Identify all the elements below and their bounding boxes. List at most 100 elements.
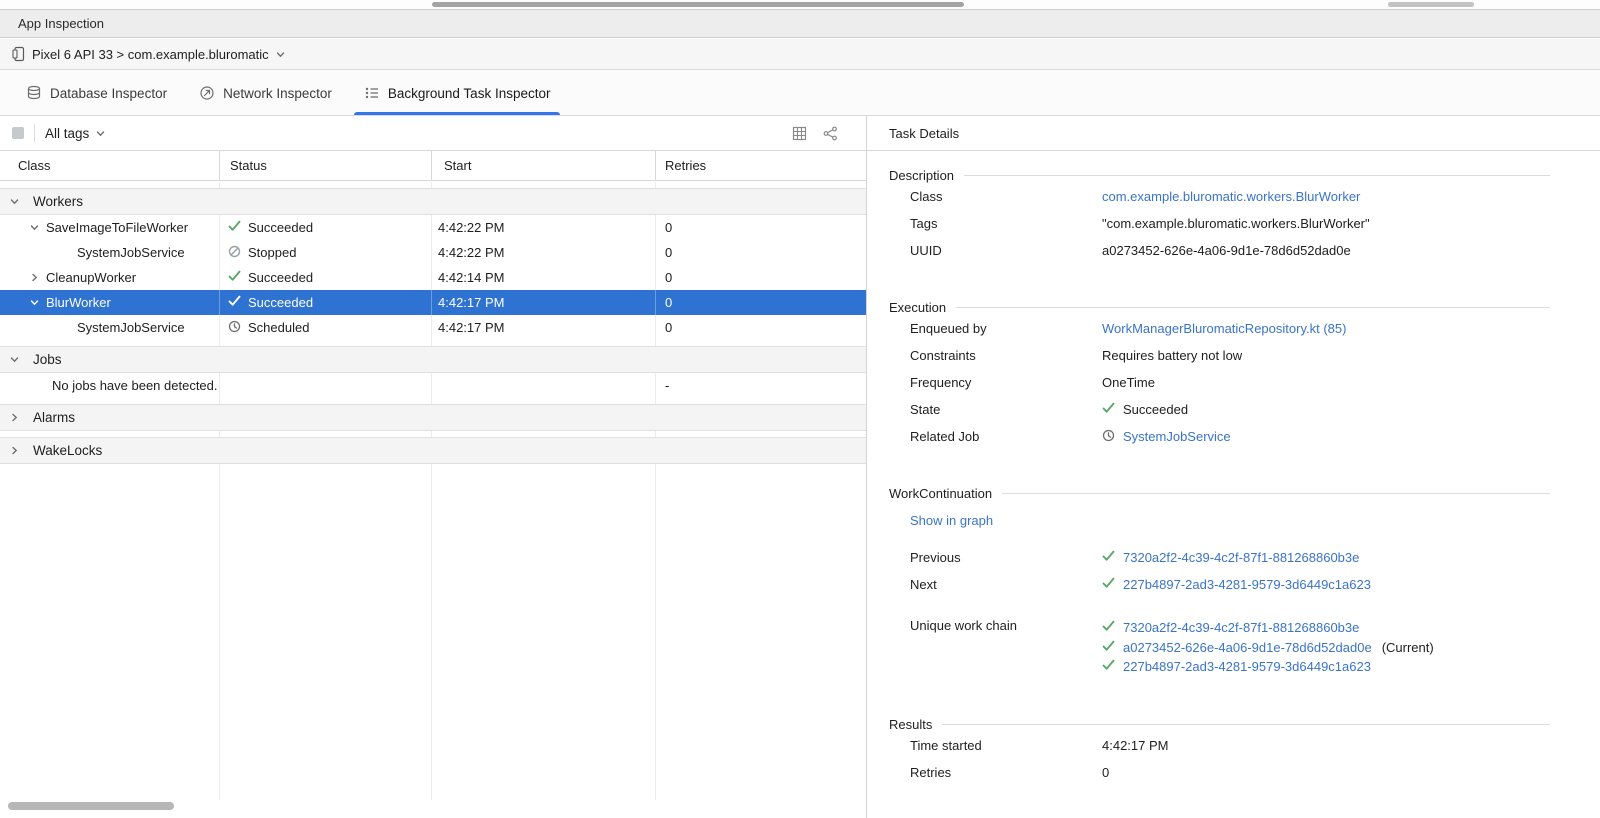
column-header-start[interactable]: Start — [432, 151, 656, 180]
group-label: Jobs — [33, 352, 62, 367]
table-row-blurworker-selected[interactable]: BlurWorker Succeeded 4:42:17 PM 0 — [0, 290, 866, 315]
database-icon — [26, 85, 42, 101]
detail-label: Enqueued by — [910, 321, 1102, 336]
tags-value: "com.example.bluromatic.workers.BlurWork… — [1102, 216, 1370, 231]
row-start: 4:42:22 PM — [432, 240, 656, 265]
row-retries: 0 — [656, 315, 866, 340]
detail-row-retries: Retries 0 — [910, 759, 1550, 786]
row-retries: 0 — [656, 290, 866, 315]
class-link[interactable]: com.example.bluromatic.workers.BlurWorke… — [1102, 189, 1360, 204]
graph-view-icon[interactable] — [823, 126, 838, 141]
group-alarms[interactable]: Alarms — [0, 404, 866, 431]
app-inspection-window: App Inspection Pixel 6 API 33 > com.exam… — [0, 0, 1600, 818]
row-class: BlurWorker — [46, 295, 111, 310]
section-rule — [1002, 493, 1550, 494]
chain-item: 227b4897-2ad3-4281-9579-3d6449c1a623 — [1102, 657, 1434, 677]
chevron-down-icon[interactable] — [29, 222, 40, 233]
succeeded-check-icon — [228, 295, 241, 310]
table-row-no-jobs: No jobs have been detected. - — [0, 373, 866, 398]
detail-label: Unique work chain — [910, 618, 1102, 633]
device-icon — [12, 46, 26, 62]
detail-row-previous: Previous 7320a2f2-4c39-4c2f-87f1-8812688… — [910, 544, 1550, 571]
chain-item-current: a0273452-626e-4a06-9d1e-78d6d52dad0e (Cu… — [1102, 638, 1434, 658]
group-wakelocks[interactable]: WakeLocks — [0, 437, 866, 464]
previous-work-link[interactable]: 7320a2f2-4c39-4c2f-87f1-881268860b3e — [1123, 550, 1359, 565]
table-toolbar: All tags — [0, 116, 866, 151]
table-row-systemjobservice-1[interactable]: SystemJobService Stopped 4:42:22 PM 0 — [0, 240, 866, 265]
succeeded-check-icon — [1102, 550, 1115, 565]
horizontal-scrollbar-thumb[interactable] — [8, 802, 174, 810]
stop-inspection-icon[interactable] — [12, 127, 24, 139]
tab-label: Database Inspector — [50, 86, 167, 101]
next-work-link[interactable]: 227b4897-2ad3-4281-9579-3d6449c1a623 — [1123, 577, 1371, 592]
chevron-down-icon — [9, 354, 20, 365]
row-start: 4:42:17 PM — [432, 315, 656, 340]
detail-label: UUID — [910, 243, 1102, 258]
current-marker: (Current) — [1382, 640, 1434, 655]
table-row-saveimagetofileworker[interactable]: SaveImageToFileWorker Succeeded 4:42:22 … — [0, 215, 866, 240]
table-column-header: Class Status Start Retries — [0, 151, 866, 181]
detail-label: Retries — [910, 765, 1102, 780]
table-row-cleanupworker[interactable]: CleanupWorker Succeeded 4:42:14 PM 0 — [0, 265, 866, 290]
tab-network-inspector[interactable]: Network Inspector — [183, 71, 348, 115]
chain-work-link[interactable]: 227b4897-2ad3-4281-9579-3d6449c1a623 — [1123, 659, 1371, 674]
detail-label: Time started — [910, 738, 1102, 753]
succeeded-check-icon — [228, 270, 241, 285]
section-workcontinuation: WorkContinuation — [889, 486, 1550, 501]
task-list-icon — [364, 85, 380, 101]
tab-label: Network Inspector — [223, 86, 332, 101]
section-description: Description — [889, 168, 1550, 183]
row-start: 4:42:17 PM — [432, 290, 656, 315]
task-details-panel: Task Details Description Class com.examp… — [866, 116, 1600, 818]
detail-label: Previous — [910, 550, 1102, 565]
show-in-graph-link[interactable]: Show in graph — [910, 513, 993, 528]
group-label: Workers — [33, 194, 83, 209]
succeeded-check-icon — [1102, 640, 1115, 655]
device-process-selector[interactable]: Pixel 6 API 33 > com.example.bluromatic — [0, 39, 1600, 70]
detail-label: Class — [910, 189, 1102, 204]
detail-label: State — [910, 402, 1102, 417]
related-job-link[interactable]: SystemJobService — [1123, 429, 1231, 444]
panel-title-bar: App Inspection — [0, 9, 1600, 38]
detail-row-enqueued-by: Enqueued by WorkManagerBluromaticReposit… — [910, 315, 1550, 342]
column-header-status[interactable]: Status — [220, 151, 432, 180]
chevron-right-icon[interactable] — [29, 272, 40, 283]
group-workers[interactable]: Workers — [0, 188, 866, 215]
chain-work-link[interactable]: 7320a2f2-4c39-4c2f-87f1-881268860b3e — [1123, 620, 1359, 635]
section-heading: Description — [889, 168, 954, 183]
succeeded-check-icon — [1102, 577, 1115, 592]
detail-row-constraints: Constraints Requires battery not low — [910, 342, 1550, 369]
task-table-panel: All tags Class Status Start Retries — [0, 116, 866, 818]
enqueued-by-link[interactable]: WorkManagerBluromaticRepository.kt (85) — [1102, 321, 1346, 336]
table-view-icon[interactable] — [792, 126, 807, 141]
detail-row-unique-work-chain: Unique work chain 7320a2f2-4c39-4c2f-87f… — [910, 618, 1550, 677]
succeeded-check-icon — [1102, 620, 1115, 635]
row-status: Scheduled — [248, 320, 309, 335]
row-retries: 0 — [656, 215, 866, 240]
detail-label: Constraints — [910, 348, 1102, 363]
horizontal-scrollbar-thumb[interactable] — [1388, 2, 1474, 7]
group-jobs[interactable]: Jobs — [0, 346, 866, 373]
table-row-systemjobservice-2[interactable]: SystemJobService Scheduled 4:42:17 PM 0 — [0, 315, 866, 340]
row-retries: - — [656, 373, 866, 398]
chain-work-link[interactable]: a0273452-626e-4a06-9d1e-78d6d52dad0e — [1123, 640, 1372, 655]
network-icon — [199, 85, 215, 101]
tab-database-inspector[interactable]: Database Inspector — [10, 71, 183, 115]
row-start: 4:42:22 PM — [432, 215, 656, 240]
device-selector-label: Pixel 6 API 33 > com.example.bluromatic — [32, 47, 269, 62]
column-header-class[interactable]: Class — [0, 151, 220, 180]
detail-label: Frequency — [910, 375, 1102, 390]
tab-background-task-inspector[interactable]: Background Task Inspector — [348, 71, 567, 115]
section-heading: Results — [889, 717, 932, 732]
detail-label: Related Job — [910, 429, 1102, 444]
panel-title: App Inspection — [18, 16, 104, 31]
column-header-retries[interactable]: Retries — [656, 151, 866, 180]
horizontal-scrollbar-thumb[interactable] — [432, 2, 964, 7]
chevron-down-icon[interactable] — [29, 297, 40, 308]
row-class: CleanupWorker — [46, 270, 136, 285]
tag-filter-dropdown[interactable]: All tags — [45, 126, 106, 141]
tab-label: Background Task Inspector — [388, 86, 551, 101]
detail-label: Tags — [910, 216, 1102, 231]
succeeded-check-icon — [228, 220, 241, 235]
succeeded-check-icon — [1102, 402, 1115, 417]
